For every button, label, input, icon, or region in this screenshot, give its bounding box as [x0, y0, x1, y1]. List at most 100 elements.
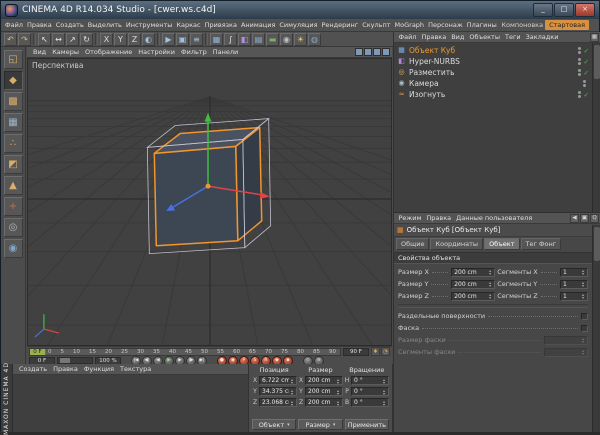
- lock-icon[interactable]: ▣: [580, 214, 589, 223]
- spinner-icon[interactable]: [487, 269, 493, 275]
- spinner-icon[interactable]: [335, 400, 341, 406]
- spinner-icon[interactable]: [381, 389, 387, 395]
- lock-z-icon[interactable]: Z: [128, 33, 141, 46]
- scale-icon[interactable]: ↗: [66, 33, 79, 46]
- attribute-menu-item[interactable]: Правка: [424, 214, 454, 222]
- menu-item[interactable]: Плагины: [465, 21, 498, 29]
- close-button[interactable]: ×: [575, 3, 595, 17]
- spinner-icon[interactable]: [487, 281, 493, 287]
- light-icon[interactable]: ☀: [294, 33, 307, 46]
- layout-selector[interactable]: Стартовая: [545, 20, 589, 30]
- object-name[interactable]: Hyper-NURBS: [409, 57, 560, 66]
- enabled-check-icon[interactable]: ✓: [584, 92, 589, 98]
- attribute-tab[interactable]: Общие: [396, 238, 429, 250]
- edges-mode-icon[interactable]: ◩: [4, 155, 23, 174]
- minimize-button[interactable]: _: [533, 3, 553, 17]
- separator[interactable]: [33, 33, 36, 45]
- attribute-menu-item[interactable]: Данные пользователя: [454, 214, 535, 222]
- coordinate-system-icon[interactable]: ◐: [142, 33, 155, 46]
- panel-menu-icon[interactable]: ▦: [590, 33, 599, 42]
- spinner-icon[interactable]: [580, 269, 586, 275]
- scrollbar-thumb[interactable]: [594, 45, 600, 79]
- material-list[interactable]: [13, 375, 248, 432]
- model-mode-icon[interactable]: ◆: [4, 71, 23, 90]
- separator[interactable]: [157, 33, 160, 45]
- viewport-canvas[interactable]: Перспектива: [27, 58, 392, 346]
- visibility-dots-icon[interactable]: [578, 69, 581, 76]
- size-value-field[interactable]: 200 cm: [451, 292, 495, 301]
- size-value-field[interactable]: 200 cm: [451, 268, 495, 277]
- viewport-label[interactable]: Перспектива: [32, 61, 83, 70]
- menu-item[interactable]: Привязка: [203, 21, 239, 29]
- visibility-dots-icon[interactable]: [583, 80, 586, 87]
- visibility-dots-icon[interactable]: [578, 47, 581, 54]
- object-manager-menu-item[interactable]: Теги: [502, 33, 523, 41]
- menu-item[interactable]: Персонаж: [426, 21, 465, 29]
- spinner-icon[interactable]: [289, 400, 295, 406]
- menu-item[interactable]: Выделить: [86, 21, 124, 29]
- viewport-menu-item[interactable]: Настройки: [135, 48, 178, 56]
- range-slider[interactable]: [57, 357, 93, 364]
- viewport-menu-item[interactable]: Вид: [30, 48, 49, 56]
- checkbox[interactable]: [581, 325, 588, 332]
- array-icon[interactable]: ▤: [252, 33, 265, 46]
- position-field[interactable]: 6.722 cm: [259, 376, 297, 385]
- spinner-icon[interactable]: [580, 281, 586, 287]
- make-editable-icon[interactable]: ◱: [4, 50, 23, 69]
- rotation-field[interactable]: 0 °: [351, 398, 389, 407]
- spline-pen-icon[interactable]: ∫: [224, 33, 237, 46]
- attribute-manager-scrollbar[interactable]: [592, 225, 600, 432]
- object-manager-menu-item[interactable]: Правка: [419, 33, 449, 41]
- menu-item[interactable]: Рендеринг: [320, 21, 361, 29]
- size-field[interactable]: 200 cm: [305, 376, 343, 385]
- viewport-menu-item[interactable]: Панели: [210, 48, 242, 56]
- object-name[interactable]: Объект Куб: [409, 46, 560, 55]
- size-field[interactable]: 200 cm: [305, 387, 343, 396]
- viewport-menu-item[interactable]: Отображение: [82, 48, 135, 56]
- back-icon[interactable]: ◀: [570, 214, 579, 223]
- polygons-mode-icon[interactable]: ▲: [4, 176, 23, 195]
- enabled-check-icon[interactable]: ✓: [584, 59, 589, 65]
- timeline-ruler[interactable]: 0 F 051015202530354045505560657075808590: [29, 348, 341, 356]
- enabled-check-icon[interactable]: ✓: [584, 70, 589, 76]
- spinner-icon[interactable]: [580, 293, 586, 299]
- redo-icon[interactable]: ↷: [18, 33, 31, 46]
- object-manager-menu-item[interactable]: Закладки: [523, 33, 561, 41]
- object-row-camera[interactable]: ◉ Камера: [394, 78, 592, 89]
- viewport-solo-icon[interactable]: ◎: [4, 218, 23, 237]
- size-value-field[interactable]: 200 cm: [451, 280, 495, 289]
- menu-item[interactable]: MoGraph: [393, 21, 427, 29]
- menu-item[interactable]: Файл: [3, 21, 25, 29]
- workplane-icon[interactable]: ▦: [4, 113, 23, 132]
- menu-item[interactable]: Анимация: [239, 21, 277, 29]
- pane-single-icon[interactable]: [355, 48, 363, 56]
- spinner-icon[interactable]: [335, 378, 341, 384]
- object-row-hypernurbs[interactable]: ◧ Hyper-NURBS ✓: [394, 56, 592, 67]
- spinner-icon[interactable]: [289, 389, 295, 395]
- texture-mode-icon[interactable]: ▩: [4, 92, 23, 111]
- scrollbar-thumb[interactable]: [594, 227, 600, 261]
- rotate-icon[interactable]: ↻: [80, 33, 93, 46]
- menu-item[interactable]: Скульпт: [360, 21, 392, 29]
- points-mode-icon[interactable]: ∴: [4, 134, 23, 153]
- menu-item[interactable]: Каркас: [174, 21, 202, 29]
- snap-icon[interactable]: ◉: [4, 239, 23, 258]
- render-view-icon[interactable]: ▶: [162, 33, 175, 46]
- object-name[interactable]: Разместить: [409, 68, 560, 77]
- search-icon[interactable]: Q: [590, 214, 599, 223]
- material-menu-item[interactable]: Создать: [16, 365, 50, 373]
- maximize-button[interactable]: □: [554, 3, 574, 17]
- attribute-tab[interactable]: Объект: [484, 238, 519, 250]
- rotation-field[interactable]: 0 °: [351, 387, 389, 396]
- sky-icon[interactable]: ◍: [308, 33, 321, 46]
- move-icon[interactable]: ↔: [52, 33, 65, 46]
- object-manager-scrollbar[interactable]: [592, 43, 600, 212]
- position-field[interactable]: 34.375 cm: [259, 387, 297, 396]
- pane-top-icon[interactable]: [373, 48, 381, 56]
- apply-button[interactable]: Применить: [345, 419, 389, 430]
- viewport-3d-scene[interactable]: [28, 59, 391, 345]
- position-field[interactable]: 23.068 cm: [259, 398, 297, 407]
- object-name[interactable]: Камера: [409, 79, 560, 88]
- primitive-cube-icon[interactable]: ▦: [210, 33, 223, 46]
- range-end-field[interactable]: 90 F: [343, 348, 369, 356]
